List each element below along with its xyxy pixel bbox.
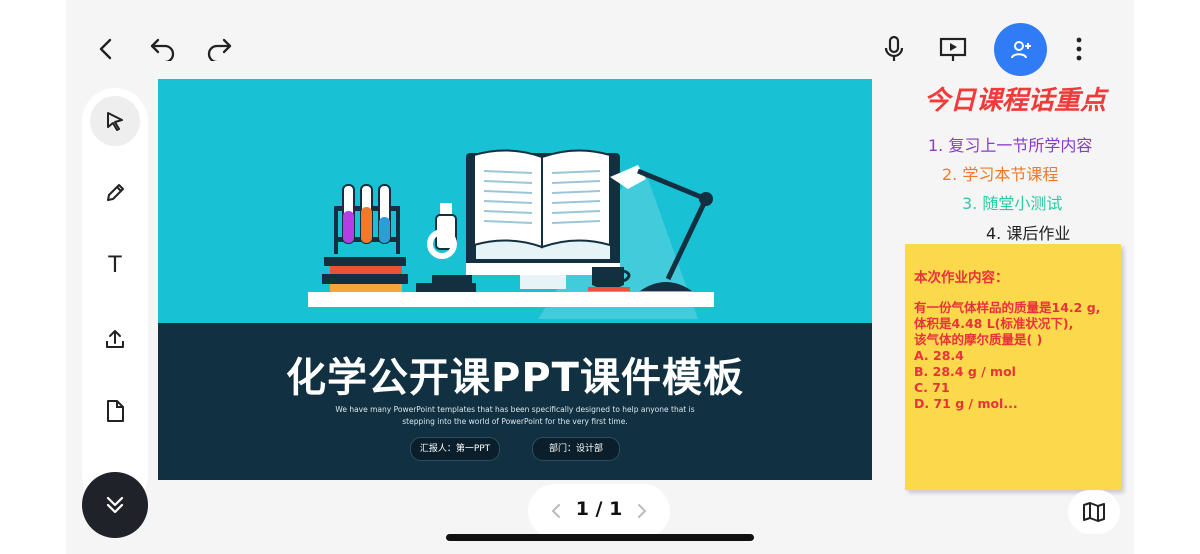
upload-tool[interactable] — [90, 314, 140, 364]
note-item-1: 1. 复习上一节所学内容 — [928, 136, 1093, 155]
upload-icon — [106, 330, 124, 348]
add-user-icon — [1010, 40, 1031, 58]
redo-button[interactable] — [204, 34, 234, 64]
slide-subtitle-line2: stepping into the world of PowerPoint fo… — [402, 417, 628, 426]
sticky-note[interactable]: 本次作业内容： 有一份气体样品的质量是14.2 g, 体积是4.48 L(标准状… — [905, 244, 1121, 490]
more-vertical-icon — [1076, 37, 1082, 61]
select-tool[interactable] — [90, 96, 140, 146]
slide-title: 化学公开课PPT课件模板 — [286, 355, 744, 401]
sticky-note-body: 有一份气体样品的质量是14.2 g, 体积是4.48 L(标准状况下), 该气体… — [914, 300, 1101, 411]
note-item-4: 4. 课后作业 — [986, 224, 1071, 243]
file-icon — [107, 400, 124, 422]
map-icon — [1083, 502, 1105, 522]
text-icon: T — [108, 252, 122, 278]
note-item-3: 3. 随堂小测试 — [962, 194, 1063, 213]
microphone-icon — [884, 35, 904, 61]
file-tool[interactable] — [90, 386, 140, 436]
slide-canvas[interactable]: 化学公开课PPT课件模板 We have many PowerPoint tem… — [158, 79, 872, 480]
prev-page-button[interactable] — [546, 500, 566, 522]
page-indicator: 1 / 1 — [575, 498, 623, 520]
reporter-pill: 汇报人：第一PPT — [410, 437, 500, 461]
tool-rail: T — [82, 88, 148, 508]
invite-button[interactable] — [994, 23, 1047, 76]
more-button[interactable] — [1064, 33, 1094, 65]
presentation-icon — [939, 37, 967, 61]
present-button[interactable] — [936, 33, 970, 65]
chevron-left-icon — [99, 38, 112, 60]
notes-heading: 今日课程话重点 — [924, 86, 1107, 116]
sticky-note-title: 本次作业内容： — [914, 270, 1009, 286]
cursor-arrow-icon — [107, 112, 123, 131]
slide-subtitle: We have many PowerPoint templates that h… — [315, 404, 715, 428]
chevron-right-icon — [638, 504, 646, 518]
double-chevron-down-icon — [106, 496, 124, 514]
slide-subtitle-line1: We have many PowerPoint templates that h… — [335, 405, 695, 414]
redo-icon — [207, 38, 232, 61]
back-button[interactable] — [90, 34, 120, 64]
page-navigator: 1 / 1 — [528, 484, 670, 538]
undo-icon — [150, 38, 175, 61]
note-item-2: 2. 学习本节课程 — [942, 165, 1059, 184]
collapse-toolbar-button[interactable] — [82, 472, 148, 538]
pencil-icon — [107, 184, 124, 201]
next-page-button[interactable] — [632, 500, 652, 522]
department-pill: 部门：设计部 — [532, 437, 620, 461]
lab-illustration — [308, 149, 714, 319]
chevron-left-icon — [552, 504, 560, 518]
microphone-button[interactable] — [878, 33, 910, 65]
map-button[interactable] — [1068, 490, 1120, 534]
home-indicator — [446, 534, 754, 541]
undo-button[interactable] — [148, 34, 178, 64]
text-tool[interactable]: T — [90, 240, 140, 290]
pen-tool[interactable] — [90, 168, 140, 218]
